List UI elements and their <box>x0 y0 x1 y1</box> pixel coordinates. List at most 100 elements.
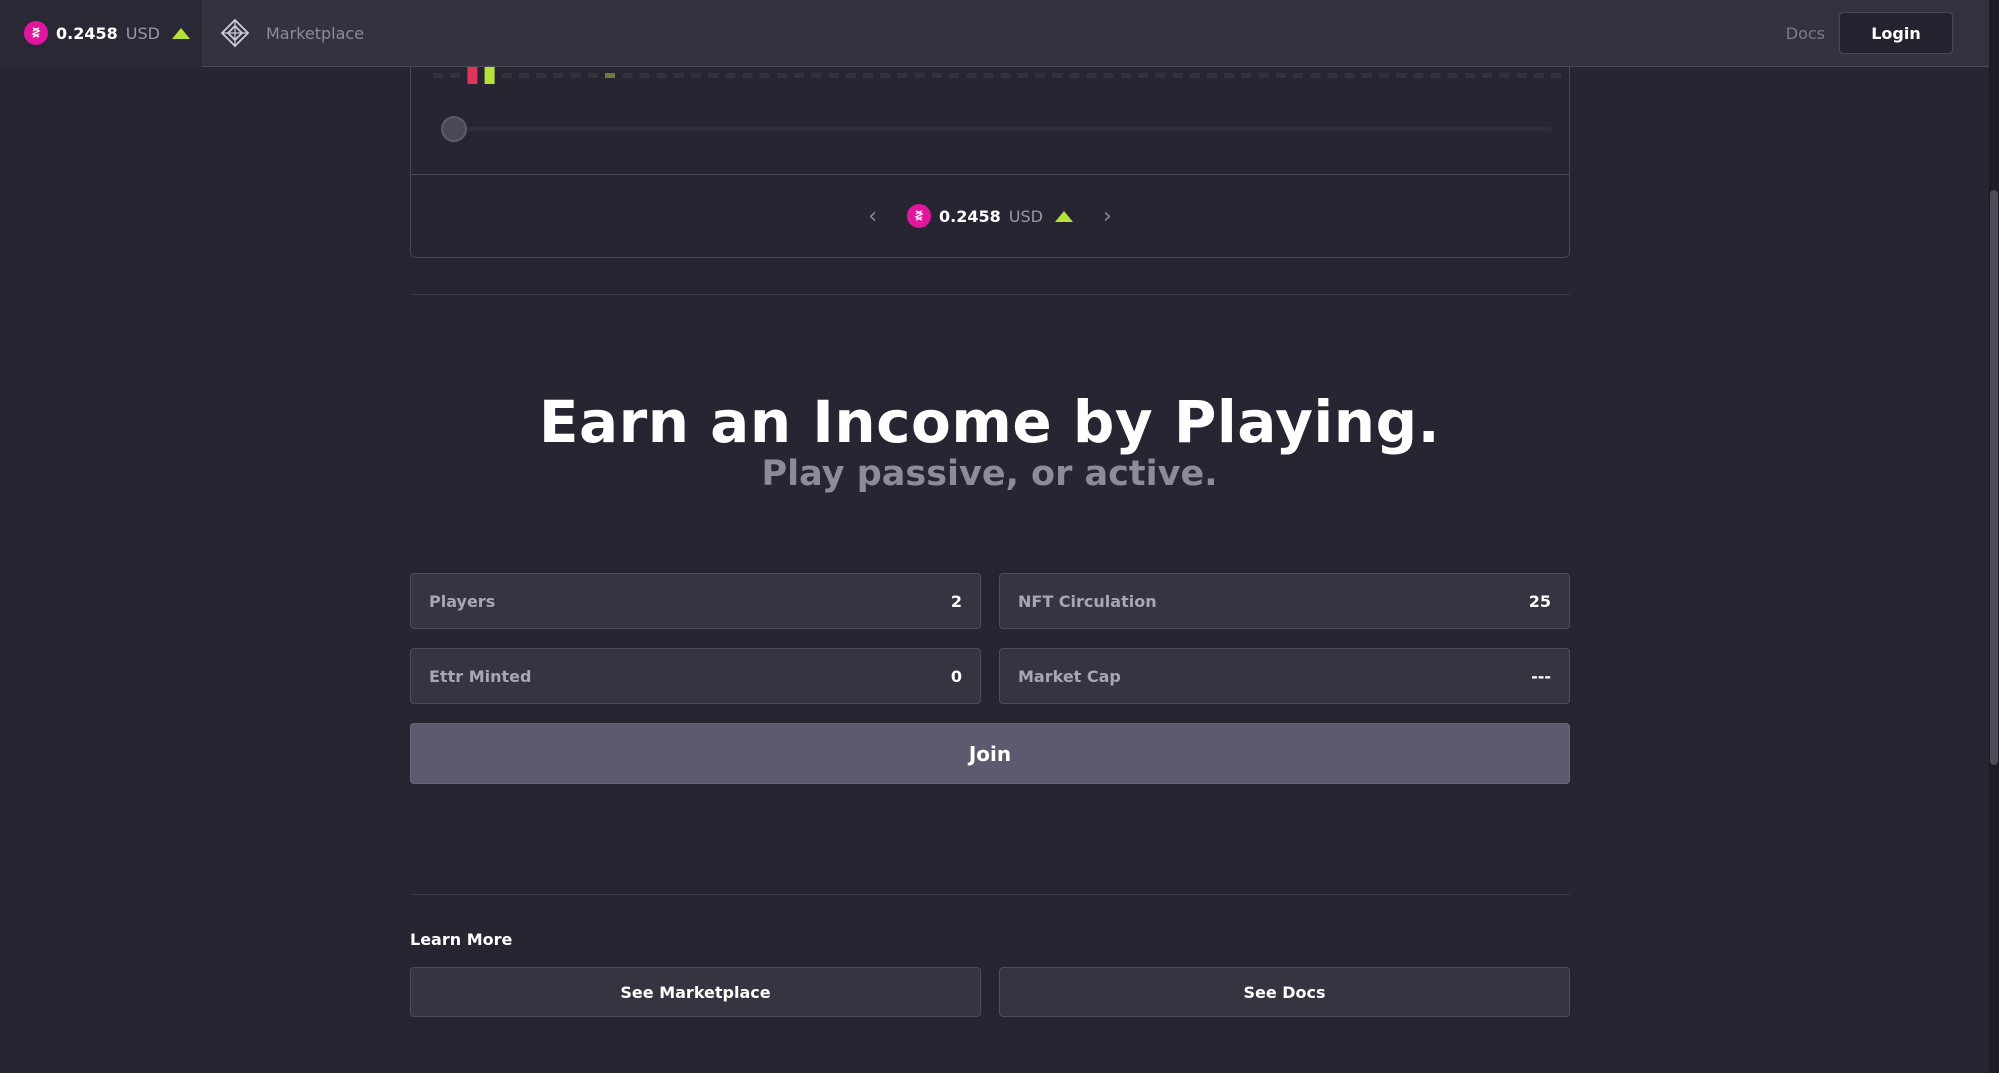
chart-bar <box>1121 73 1131 78</box>
stat-value: --- <box>1531 666 1551 686</box>
chart-bar <box>536 73 547 78</box>
price-up-icon <box>171 27 190 39</box>
top-bar: 0.2458 USD Marketplace Docs Login <box>0 0 1989 67</box>
chart-range-slider[interactable] <box>451 127 1551 131</box>
chevron-left-icon[interactable]: ‹ <box>852 204 893 229</box>
chart-bar <box>622 73 633 78</box>
stat-nft-circulation: NFT Circulation 25 <box>999 573 1570 629</box>
see-marketplace-button[interactable]: See Marketplace <box>410 967 981 1017</box>
chart-bar <box>880 73 891 78</box>
chart-bar <box>1482 73 1493 78</box>
chart-bar <box>1000 73 1011 78</box>
chart-bar <box>1533 73 1544 78</box>
chart-bar <box>1258 73 1269 78</box>
chart-bar <box>725 73 736 78</box>
chart-bar <box>450 73 461 78</box>
token-coin-icon <box>24 21 48 45</box>
divider <box>410 894 1570 895</box>
pager-price: 0.2458 USD <box>907 204 1073 228</box>
pager-price-value: 0.2458 <box>939 206 1001 226</box>
chart-bar <box>1052 73 1063 78</box>
chart-bar <box>639 73 650 78</box>
chart-bar <box>1138 73 1149 78</box>
stat-value: 0 <box>950 666 962 686</box>
chart-bar <box>587 73 598 78</box>
page-scrollbar-thumb[interactable] <box>1990 190 1998 765</box>
chart-bar <box>1361 73 1372 78</box>
chart-bar <box>966 73 977 78</box>
chart-bar <box>1327 73 1338 78</box>
chart-bar <box>708 73 719 78</box>
nav-docs[interactable]: Docs <box>1786 24 1825 43</box>
stat-label: Players <box>429 591 496 611</box>
divider <box>410 294 1570 295</box>
nav-marketplace[interactable]: Marketplace <box>220 18 364 48</box>
chart-bar <box>1310 73 1321 78</box>
chart-bar <box>1103 73 1114 78</box>
chart-bar <box>1293 73 1303 78</box>
learn-more-title: Learn More <box>410 930 513 949</box>
chart-bar <box>570 73 581 78</box>
stat-label: Market Cap <box>1018 666 1121 686</box>
pager-price-currency: USD <box>1008 206 1043 226</box>
chart-bar <box>1275 73 1286 78</box>
chart-bar <box>553 73 564 78</box>
chart-bar <box>1069 73 1080 78</box>
chart-bar <box>1430 73 1441 78</box>
price-chart-bars <box>433 67 1561 84</box>
chart-bar <box>1017 73 1028 78</box>
chart-bar <box>794 73 805 78</box>
chart-bar <box>467 67 478 84</box>
price-value: 0.2458 <box>56 23 118 43</box>
join-button[interactable]: Join <box>410 723 1570 784</box>
chart-bar <box>777 73 787 78</box>
chart-bar <box>949 73 959 78</box>
chart-bar <box>605 73 615 78</box>
chart-bar <box>484 67 495 84</box>
chart-bar <box>1413 73 1424 78</box>
price-chart <box>410 67 1570 175</box>
chart-bar <box>914 73 925 78</box>
chart-bar <box>1516 73 1527 78</box>
chart-bar <box>501 73 512 78</box>
chart-bar <box>983 73 994 78</box>
see-docs-button[interactable]: See Docs <box>999 967 1570 1017</box>
chart-bar <box>1207 73 1217 78</box>
price-pager: ‹ 0.2458 USD › <box>410 175 1570 258</box>
price-currency: USD <box>125 23 160 43</box>
page-scrollbar[interactable] <box>1989 0 1999 1073</box>
token-coin-icon <box>907 204 932 228</box>
chart-bar <box>1172 73 1183 78</box>
chart-bar <box>811 73 822 78</box>
chart-bar <box>673 73 684 78</box>
chart-bar <box>1155 73 1166 78</box>
chart-bar <box>1396 73 1407 78</box>
chart-range-slider-handle[interactable] <box>441 116 467 142</box>
chart-bar <box>1379 73 1389 78</box>
hero-title: Earn an Income by Playing. <box>538 388 1441 456</box>
chart-bar <box>1465 73 1475 78</box>
stat-label: NFT Circulation <box>1018 591 1157 611</box>
stat-value: 25 <box>1528 591 1551 611</box>
chart-bar <box>1224 73 1235 78</box>
login-button[interactable]: Login <box>1839 12 1953 54</box>
chart-bar <box>1499 73 1510 78</box>
chart-bar <box>1447 73 1458 78</box>
stat-ettr-minted: Ettr Minted 0 <box>410 648 981 704</box>
chart-bar <box>1344 73 1355 78</box>
chart-bar <box>845 73 856 78</box>
chevron-right-icon[interactable]: › <box>1087 204 1128 229</box>
hero-subtitle: Play passive, or active. <box>761 454 1218 494</box>
chart-bar <box>742 73 753 78</box>
chart-bar <box>759 73 770 78</box>
chart-bar <box>828 73 839 78</box>
chart-bar <box>931 73 942 78</box>
chart-bar <box>1551 73 1561 78</box>
chart-bar <box>656 73 667 78</box>
nav-marketplace-label: Marketplace <box>266 23 365 43</box>
price-ticker: 0.2458 USD <box>0 0 202 67</box>
chart-bar <box>691 73 701 78</box>
chart-bar <box>433 73 443 78</box>
chart-bar <box>863 73 873 78</box>
chart-bar <box>1035 73 1045 78</box>
